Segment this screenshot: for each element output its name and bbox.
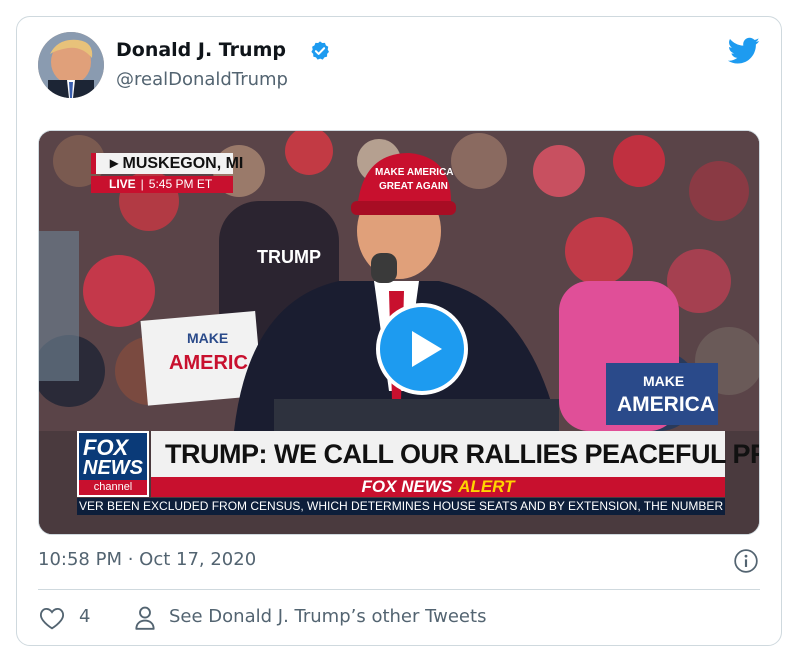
see-other-tweets-link[interactable]: See Donald J. Trump’s other Tweets (169, 606, 486, 627)
live-badge: LIVE | 5:45 PM ET (91, 176, 233, 193)
hat-text-line1: MAKE AMERICA (375, 167, 454, 178)
location-label: ▸ MUSKEGON, MI (91, 153, 243, 174)
crowd-sign-trump: TRUMP (257, 247, 321, 267)
like-count[interactable]: 4 (79, 606, 90, 627)
person-icon[interactable] (134, 605, 156, 631)
avatar-image (38, 32, 104, 98)
verified-badge-icon (311, 41, 329, 60)
crowd-sign-make-2: MAKE (643, 373, 684, 389)
news-ticker: VER BEEN EXCLUDED FROM CENSUS, WHICH DET… (77, 498, 725, 515)
crowd-sign-make: MAKE (187, 330, 228, 346)
hat-text-line2: GREAT AGAIN (379, 181, 448, 192)
location-lower-third: ▸ MUSKEGON, MI LIVE | 5:45 PM ET (91, 153, 243, 193)
divider (38, 589, 760, 590)
heart-icon[interactable] (39, 606, 65, 630)
play-icon (412, 331, 442, 367)
crowd-sign-america-2: AMERICA (617, 393, 715, 416)
news-chyron: FOX NEWS channel TRUMP: WE CALL OUR RALL… (77, 431, 759, 516)
author-name[interactable]: Donald J. Trump (116, 39, 286, 61)
twitter-bird-icon[interactable] (728, 37, 760, 65)
avatar[interactable] (38, 32, 104, 98)
tweet-card[interactable]: Donald J. Trump @realDonaldTrump TRUMP M… (16, 16, 782, 646)
chyron-headline: TRUMP: WE CALL OUR RALLIES PEACEFUL PROT… (151, 431, 759, 477)
info-icon[interactable] (733, 548, 759, 574)
author-handle[interactable]: @realDonaldTrump (116, 69, 288, 90)
alert-bar: FOX NEWS ALERT (151, 477, 725, 497)
tweet-timestamp[interactable]: 10:58 PM · Oct 17, 2020 (38, 549, 256, 570)
video-player[interactable]: TRUMP MAKE AMERICA MAKE AMERICA MAKE AME… (38, 130, 760, 535)
play-button[interactable] (376, 303, 468, 395)
fox-news-logo: FOX NEWS channel (77, 431, 149, 497)
